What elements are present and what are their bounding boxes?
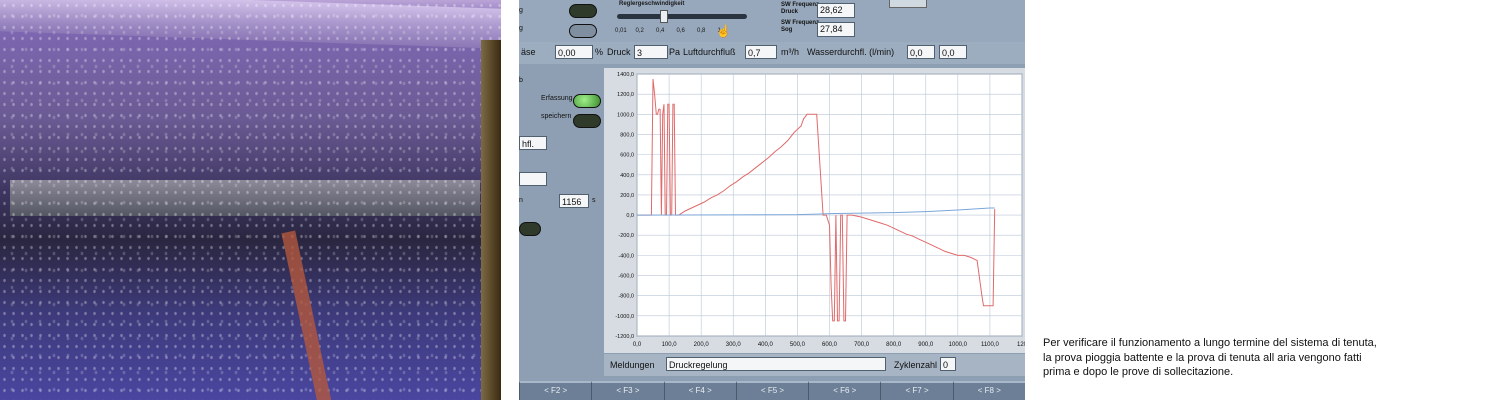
left-label-b: b	[519, 77, 523, 84]
sw-druck-value: 28,62	[817, 3, 855, 18]
y-tick-label: 600,0	[620, 153, 634, 159]
y-tick-label: -200,0	[618, 233, 634, 239]
left-label-n: n	[519, 197, 523, 204]
sw-druck-label: SW Frequenz Druck	[781, 2, 819, 16]
left-status-unit: %	[595, 47, 604, 57]
sw-druck-label-1: SW Frequenz	[781, 2, 820, 8]
x-tick-label: 800,0	[886, 342, 902, 348]
slider-tick: 0,2	[635, 28, 644, 34]
x-tick-label: 600,0	[822, 342, 838, 348]
y-tick-label: 1400,0	[617, 72, 634, 78]
y-tick-label: -800,0	[618, 294, 634, 300]
caption-line: prima e dopo le prove di sollecitazione.	[1043, 366, 1234, 378]
wasser-value-1: 0,0	[907, 45, 935, 59]
druck-value: 3	[634, 45, 668, 59]
control-bar: g g Reglergeschwindigkeit 0,01 0,2 0,4 0,6 0…	[519, 0, 1025, 42]
x-tick-label: 400,0	[758, 342, 774, 348]
pressure-chart: 0,0 100,0 200,0 300,0 400,0 500,0 600,0 700,0 80…	[604, 68, 1025, 353]
fkey-f3[interactable]: < F3 >	[591, 381, 664, 400]
sw-sog-label-2: Sog	[781, 27, 793, 33]
luft-label: Luftdurchfluß	[683, 47, 736, 57]
wasser-value-2: 0,0	[939, 45, 967, 59]
speichern-toggle[interactable]	[573, 114, 601, 128]
y-tick-label: 800,0	[620, 132, 634, 138]
zyklen-value: 0	[940, 357, 956, 371]
left-control-panel: b Erfassung speichern hfl. n 1156 s	[519, 64, 603, 400]
sw-sog-label-1: SW Frequenz	[781, 20, 820, 26]
speichern-label: speichern	[541, 113, 572, 120]
rain-test-photo	[0, 0, 501, 400]
speed-slider-track[interactable]	[617, 14, 747, 19]
cursor-hand-icon: ☝	[716, 24, 731, 38]
left-status-value: 0,00	[555, 45, 593, 59]
x-tick-label: 0,0	[633, 342, 642, 348]
y-tick-label: -600,0	[618, 274, 634, 280]
x-tick-label: 500,0	[790, 342, 806, 348]
y-tick-label: -1000,0	[615, 314, 634, 320]
pressure-chart-svg: 0,0 100,0 200,0 300,0 400,0 500,0 600,0 700,0 80…	[615, 72, 1025, 348]
y-tick-label: -400,0	[618, 253, 634, 259]
toggle-1[interactable]	[569, 4, 597, 18]
caption-line: Per verificare il funzionamento a lungo …	[1043, 337, 1377, 349]
slider-tick: 0,01	[615, 28, 627, 34]
y-tick-label: 0,0	[626, 213, 634, 219]
y-tick-label: 1000,0	[617, 112, 634, 118]
y-tick-label: 400,0	[620, 173, 634, 179]
x-tick-label: 1000,0	[949, 342, 968, 348]
x-tick-label: 120	[1017, 342, 1025, 348]
luft-unit: m³/h	[781, 47, 799, 57]
left-top-label-1: g	[519, 7, 523, 14]
fkey-f2[interactable]: < F2 >	[519, 381, 592, 400]
druck-unit: Pa	[669, 47, 681, 57]
left-field-1[interactable]: hfl.	[519, 136, 547, 150]
caption: Per verificare il funzionamento a lungo …	[1043, 336, 1463, 380]
caption-line: la prova pioggia battente e la prova di …	[1043, 351, 1362, 364]
x-tick-label: 300,0	[726, 342, 742, 348]
left-field-2[interactable]	[519, 172, 547, 186]
slider-label: Reglergeschwindigkeit	[619, 1, 685, 7]
x-tick-label: 700,0	[854, 342, 870, 348]
seconds-unit: s	[592, 197, 596, 204]
fkey-f7[interactable]: < F7 >	[880, 381, 953, 400]
y-tick-label: 200,0	[620, 193, 634, 199]
fkey-f5[interactable]: < F5 >	[735, 381, 809, 400]
water-droplets	[0, 0, 501, 400]
slider-tick: 0,8	[697, 28, 706, 34]
meldungen-label: Meldungen	[610, 360, 655, 370]
meldungen-value: Druckregelung	[666, 357, 886, 371]
x-tick-label: 1100,0	[981, 342, 1000, 348]
wasser-label: Wasserdurchfl. (l/min)	[807, 47, 895, 57]
toggle-2[interactable]	[569, 24, 597, 38]
slider-tick: 0,6	[676, 28, 685, 34]
sw-druck-label-2: Druck	[781, 9, 799, 15]
druck-label: Druck	[607, 47, 631, 57]
sw-sog-label: SW Frequenz Sog	[781, 20, 819, 34]
test-software-screen: g g Reglergeschwindigkeit 0,01 0,2 0,4 0,6 0…	[519, 0, 1025, 400]
status-row: äse 0,00 % Druck 3 Pa Luftdurchfluß 0,7 …	[519, 42, 1025, 64]
fkey-f8[interactable]: < F8 >	[952, 381, 1025, 400]
zyklen-label: Zyklenzahl	[894, 360, 938, 370]
frame-edge	[481, 40, 501, 400]
x-tick-label: 200,0	[694, 342, 710, 348]
x-tick-label: 900,0	[918, 342, 934, 348]
x-tick-label: 100,0	[662, 342, 678, 348]
fkey-f6[interactable]: < F6 >	[808, 381, 881, 400]
erfassung-label: Erfassung	[541, 95, 573, 102]
y-tick-label: 1200,0	[617, 92, 634, 98]
y-tick-label: -1200,0	[615, 334, 634, 340]
function-key-bar: < F2 > < F3 > < F4 > < F5 > < F6 > < F7 …	[519, 381, 1025, 400]
erfassung-toggle[interactable]	[573, 94, 601, 108]
sw-sog-value: 27,84	[817, 22, 855, 37]
fkey-f4[interactable]: < F4 >	[663, 381, 736, 400]
speed-slider-thumb[interactable]	[660, 10, 669, 23]
meldungen-row: Meldungen Druckregelung Zyklenzahl 0	[604, 354, 1025, 376]
seconds-value: 1156	[559, 194, 589, 208]
bottom-toggle[interactable]	[519, 222, 541, 236]
left-status-label: äse	[521, 47, 536, 57]
luft-value: 0,7	[745, 45, 777, 59]
top-button[interactable]	[889, 0, 927, 8]
left-top-label-2: g	[519, 25, 523, 32]
slider-tick: 0,4	[656, 28, 665, 34]
